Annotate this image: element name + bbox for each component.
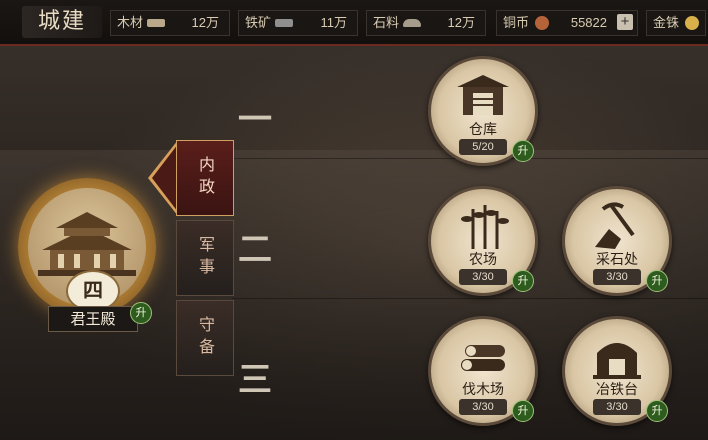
main-building-name: 君王殿 bbox=[48, 306, 138, 332]
furnace-icon bbox=[593, 343, 641, 379]
upgrade-smelter-button[interactable]: 升 bbox=[646, 400, 668, 422]
row-label-2: 二 bbox=[238, 230, 272, 270]
pickaxe-icon bbox=[595, 202, 635, 249]
tab-internal-affairs[interactable]: 内政 bbox=[176, 140, 234, 216]
building-name: 伐木场 bbox=[462, 382, 504, 398]
gold-coin-icon bbox=[685, 16, 699, 30]
add-copper-button[interactable]: + bbox=[617, 14, 633, 30]
upgrade-quarry-button[interactable]: 升 bbox=[646, 270, 668, 292]
upgrade-main-button[interactable]: 升 bbox=[130, 302, 152, 324]
building-name: 农场 bbox=[469, 252, 497, 268]
tab-defense[interactable]: 守备 bbox=[176, 300, 234, 376]
building-count: 5/20 bbox=[459, 139, 507, 155]
stone-icon bbox=[403, 19, 421, 27]
building-name: 仓库 bbox=[469, 122, 497, 138]
resource-wood: 木材 12万 bbox=[110, 10, 230, 36]
resource-label: 木材 bbox=[117, 15, 144, 30]
resource-value: 55822 bbox=[570, 15, 607, 30]
iron-ore-icon bbox=[275, 19, 293, 27]
copper-coin-icon bbox=[535, 16, 549, 30]
resource-copper: 铜币 55822 + bbox=[496, 10, 638, 36]
row-divider bbox=[232, 298, 708, 299]
row-label-3: 三 bbox=[238, 360, 272, 400]
upgrade-warehouse-button[interactable]: 升 bbox=[512, 140, 534, 162]
row-label-1: 一 bbox=[238, 100, 272, 140]
resource-label: 金铢 bbox=[653, 15, 680, 30]
resource-value: 12万 bbox=[447, 15, 475, 30]
resource-iron: 铁矿 11万 bbox=[238, 10, 358, 36]
farm-crop-icon bbox=[461, 205, 509, 249]
building-count: 3/30 bbox=[593, 399, 641, 415]
page-title: 城建 bbox=[22, 6, 102, 38]
building-count: 3/30 bbox=[459, 269, 507, 285]
resource-value: 12万 bbox=[191, 15, 219, 30]
resource-gold: 金铢 bbox=[646, 10, 706, 36]
resource-label: 石料 bbox=[373, 15, 400, 30]
warehouse-icon bbox=[457, 75, 509, 115]
top-bar: 城建 木材 12万 铁矿 11万 石料 12万 铜币 55822 + 金铢 bbox=[0, 0, 708, 46]
resource-label: 铜币 bbox=[503, 15, 530, 30]
building-count: 3/30 bbox=[459, 399, 507, 415]
upgrade-lumber-yard-button[interactable]: 升 bbox=[512, 400, 534, 422]
wood-log-icon bbox=[147, 19, 165, 27]
building-name: 采石处 bbox=[596, 252, 638, 268]
tab-military[interactable]: 军事 bbox=[176, 220, 234, 296]
building-count: 3/30 bbox=[593, 269, 641, 285]
upgrade-farm-button[interactable]: 升 bbox=[512, 270, 534, 292]
building-name: 冶铁台 bbox=[596, 382, 638, 398]
resource-label: 铁矿 bbox=[245, 15, 272, 30]
tab-pointer-inner bbox=[152, 144, 178, 212]
resource-value: 11万 bbox=[320, 15, 348, 30]
lumber-icon bbox=[461, 345, 505, 371]
resource-stone: 石料 12万 bbox=[366, 10, 486, 36]
